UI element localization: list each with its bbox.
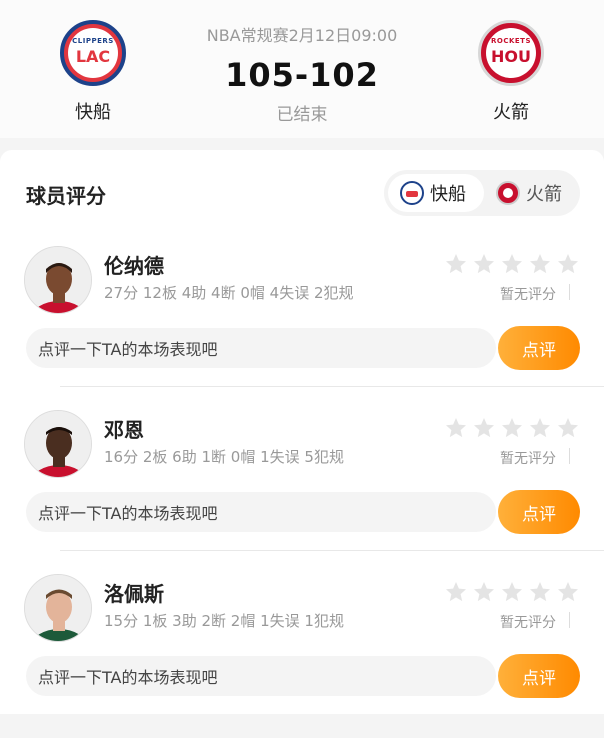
toggle-clippers[interactable]: 快船	[388, 174, 484, 212]
match-score: 105-102	[225, 56, 379, 94]
comment-input[interactable]: 点评一下TA的本场表现吧	[26, 656, 496, 696]
home-team-name: 快船	[75, 102, 111, 123]
divider	[569, 612, 570, 628]
star-icon[interactable]	[444, 580, 468, 604]
player-card: 洛佩斯 15分 1板 3助 2断 2帽 1失误 1犯规 暂无评分 点评一下TA的…	[0, 574, 604, 738]
section-title: 球员评分	[26, 184, 106, 208]
star-icon[interactable]	[556, 252, 580, 276]
star-icon[interactable]	[500, 252, 524, 276]
player-stats: 16分 2板 6助 1断 0帽 1失误 5犯规	[104, 448, 344, 466]
player-avatar	[24, 410, 92, 478]
star-icon[interactable]	[472, 416, 496, 440]
away-logo-abbr: HOU	[491, 47, 531, 66]
star-rating[interactable]	[444, 580, 580, 604]
star-icon[interactable]	[444, 416, 468, 440]
card-divider	[60, 550, 604, 551]
star-icon[interactable]	[444, 252, 468, 276]
comment-button[interactable]: 点评	[498, 326, 580, 370]
comment-input[interactable]: 点评一下TA的本场表现吧	[26, 328, 496, 368]
player-stats: 15分 1板 3助 2断 2帽 1失误 1犯规	[104, 612, 344, 630]
away-logo-ring-text: ROCKETS	[490, 37, 531, 45]
player-name: 邓恩	[104, 418, 144, 442]
match-status: 已结束	[276, 105, 328, 125]
star-rating[interactable]	[444, 252, 580, 276]
no-rating-text: 暂无评分	[500, 287, 556, 303]
match-header: CLIPPERS LAC 快船 NBA常规赛2月12日09:00 105-102…	[0, 0, 604, 138]
no-rating-text: 暂无评分	[500, 615, 556, 631]
star-icon[interactable]	[556, 580, 580, 604]
player-ratings-panel: 球员评分 快船 火箭 伦纳德 27分 12板 4助 4断 0帽 4失误 2犯规	[0, 150, 604, 714]
clippers-logo-icon	[400, 181, 424, 205]
comment-button[interactable]: 点评	[498, 490, 580, 534]
clippers-logo-icon: CLIPPERS LAC	[60, 20, 126, 86]
star-icon[interactable]	[528, 416, 552, 440]
rockets-logo-icon: ROCKETS HOU	[478, 20, 544, 86]
comment-input[interactable]: 点评一下TA的本场表现吧	[26, 492, 496, 532]
no-rating-text: 暂无评分	[500, 451, 556, 467]
away-team[interactable]: ROCKETS HOU 火箭	[466, 20, 556, 124]
comment-button[interactable]: 点评	[498, 654, 580, 698]
home-team[interactable]: CLIPPERS LAC 快船	[48, 20, 138, 124]
star-rating[interactable]	[444, 416, 580, 440]
divider	[569, 284, 570, 300]
home-logo-abbr: LAC	[75, 47, 111, 66]
star-icon[interactable]	[472, 252, 496, 276]
player-stats: 27分 12板 4助 4断 0帽 4失误 2犯规	[104, 284, 354, 302]
player-card: 伦纳德 27分 12板 4助 4断 0帽 4失误 2犯规 暂无评分 点评一下TA…	[0, 246, 604, 410]
star-icon[interactable]	[528, 580, 552, 604]
rockets-logo-icon	[496, 181, 520, 205]
player-avatar	[24, 246, 92, 314]
match-summary: NBA常规赛2月12日09:00 105-102 已结束	[170, 22, 434, 125]
star-icon[interactable]	[500, 580, 524, 604]
home-logo-ring-text: CLIPPERS	[72, 37, 114, 45]
player-avatar	[24, 574, 92, 642]
star-icon[interactable]	[500, 416, 524, 440]
star-icon[interactable]	[528, 252, 552, 276]
divider	[569, 448, 570, 464]
player-name: 伦纳德	[104, 254, 164, 278]
toggle-label: 火箭	[526, 184, 562, 205]
star-icon[interactable]	[556, 416, 580, 440]
away-team-name: 火箭	[493, 102, 529, 123]
card-divider	[60, 386, 604, 387]
toggle-label: 快船	[430, 184, 466, 205]
match-info: NBA常规赛2月12日09:00	[206, 26, 398, 45]
toggle-rockets[interactable]: 火箭	[484, 174, 576, 212]
team-toggle: 快船 火箭	[384, 170, 580, 216]
star-icon[interactable]	[472, 580, 496, 604]
player-card: 邓恩 16分 2板 6助 1断 0帽 1失误 5犯规 暂无评分 点评一下TA的本…	[0, 410, 604, 574]
player-name: 洛佩斯	[104, 582, 164, 606]
